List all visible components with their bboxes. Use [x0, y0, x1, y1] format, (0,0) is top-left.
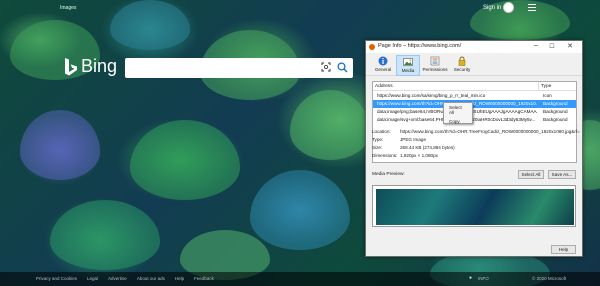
context-menu-copy[interactable]: Copy [444, 117, 472, 126]
footer-link-help[interactable]: Help [175, 276, 184, 281]
tab-permissions[interactable]: Permissions [421, 55, 449, 76]
avatar[interactable] [503, 2, 514, 13]
location-label: Location: [372, 129, 391, 134]
footer-info-link[interactable]: INFO [478, 276, 489, 281]
footer-copyright: © 2020 Microsoft [532, 276, 567, 281]
footer-links: Privacy and Cookies Legal Advertise Abou… [36, 276, 214, 281]
select-all-button[interactable]: Select All [518, 170, 544, 179]
location-value[interactable]: https://www.bing.com/th?id=OHR.TreeFrogC… [400, 129, 580, 134]
dialog-toolbar: General Media Permissions Security [366, 54, 582, 76]
save-as-button[interactable]: Save As... [548, 170, 576, 179]
dialog-titlebar: Page Info – https://www.bing.com/ – ☐ ✕ [366, 41, 582, 53]
size-label: Size: [372, 145, 383, 150]
tab-general[interactable]: General [371, 55, 395, 76]
dimensions-label: Dimensions: [372, 153, 398, 158]
table-row[interactable]: data:image/png;base64,iVBORw0KGgoAAAANSU… [373, 108, 576, 116]
brand-name: Bing [81, 56, 118, 76]
permissions-icon [430, 56, 440, 66]
location-pin-icon: ● [469, 275, 473, 281]
bing-logo-icon [65, 57, 77, 75]
footer-link-about-ads[interactable]: About our ads [137, 276, 165, 281]
column-header-address[interactable]: Address [373, 82, 538, 91]
hamburger-menu-icon[interactable] [528, 4, 536, 11]
context-menu: Select All Copy [443, 102, 473, 124]
search-box [125, 58, 353, 78]
type-value: JPEG Image [400, 137, 427, 142]
context-menu-select-all[interactable]: Select All [444, 103, 472, 117]
column-header-type[interactable]: Type [538, 82, 576, 91]
help-button[interactable]: Help [551, 245, 576, 254]
footer-link-advertise[interactable]: Advertise [108, 276, 127, 281]
search-input[interactable] [125, 58, 315, 78]
footer-link-feedback[interactable]: Feedback [194, 276, 214, 281]
size-value: 268.44 KB (274,884 bytes) [400, 145, 455, 150]
dimensions-value: 1,920px × 1,080px [400, 153, 438, 158]
table-row[interactable]: data:image/svg+xml;base64,PHN2ZyB4bWxucz… [373, 116, 576, 124]
tab-media[interactable]: Media [396, 55, 420, 76]
table-row-selected[interactable]: https://www.bing.com/th?id=OHR.TreeFrogC… [373, 100, 576, 108]
search-icon[interactable] [337, 62, 348, 73]
minimize-icon[interactable]: – [530, 42, 542, 49]
page-info-dialog: Page Info – https://www.bing.com/ – ☐ ✕ … [365, 40, 583, 257]
media-preview [372, 185, 576, 227]
maximize-icon[interactable]: ☐ [546, 43, 558, 50]
media-address-table[interactable]: Address Type https://www.bing.com/sa/sim… [372, 81, 577, 163]
sign-in-link[interactable]: Sign in [483, 5, 501, 11]
dialog-title: Page Info – https://www.bing.com/ [378, 43, 462, 49]
visual-search-icon[interactable] [321, 62, 331, 72]
bing-logo[interactable]: Bing [64, 56, 117, 77]
preview-image [376, 189, 574, 225]
tab-security[interactable]: Security [450, 55, 474, 76]
media-preview-label: Media Preview: [372, 172, 405, 177]
media-icon [403, 58, 413, 66]
type-label: Type: [372, 137, 384, 142]
lock-icon [458, 56, 466, 66]
table-row[interactable]: https://www.bing.com/sa/simg/bing_p_rr_t… [373, 92, 576, 100]
footer-link-privacy[interactable]: Privacy and Cookies [36, 276, 77, 281]
close-icon[interactable]: ✕ [564, 42, 576, 50]
info-icon [378, 56, 388, 66]
footer-link-legal[interactable]: Legal [87, 276, 98, 281]
nav-images-link[interactable]: Images [60, 5, 76, 11]
firefox-icon [369, 44, 375, 50]
